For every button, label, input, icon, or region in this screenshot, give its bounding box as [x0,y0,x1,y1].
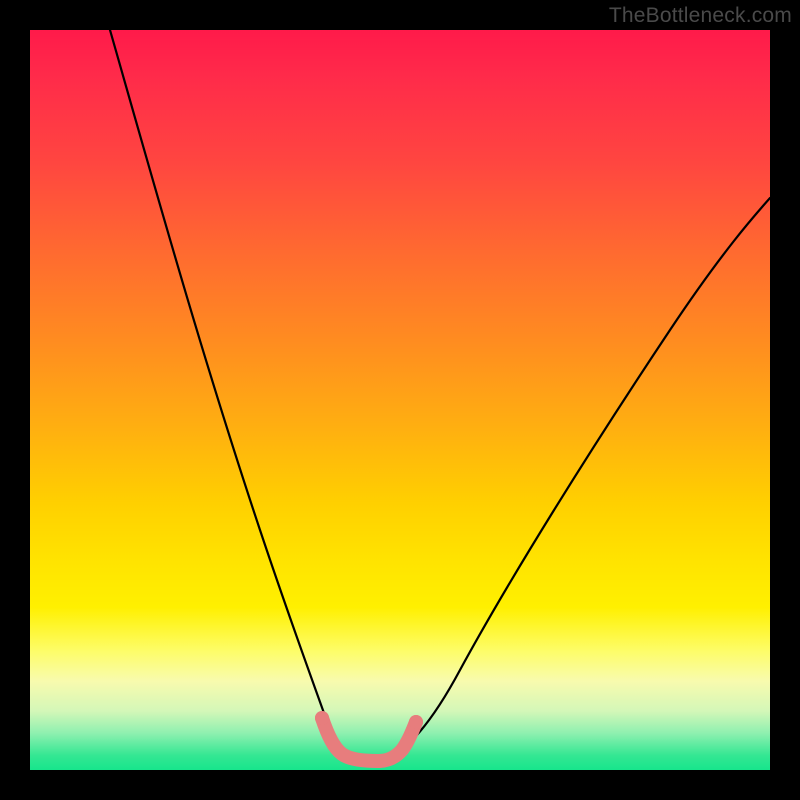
right-curve [390,198,770,756]
curve-layer [30,30,770,770]
left-curve [110,30,350,758]
plot-area [30,30,770,770]
highlight-dot-left [315,711,329,725]
watermark-text: TheBottleneck.com [609,4,792,28]
highlight-dot-right [409,715,423,729]
chart-frame: TheBottleneck.com [0,0,800,800]
optimal-band-highlight [322,718,416,761]
